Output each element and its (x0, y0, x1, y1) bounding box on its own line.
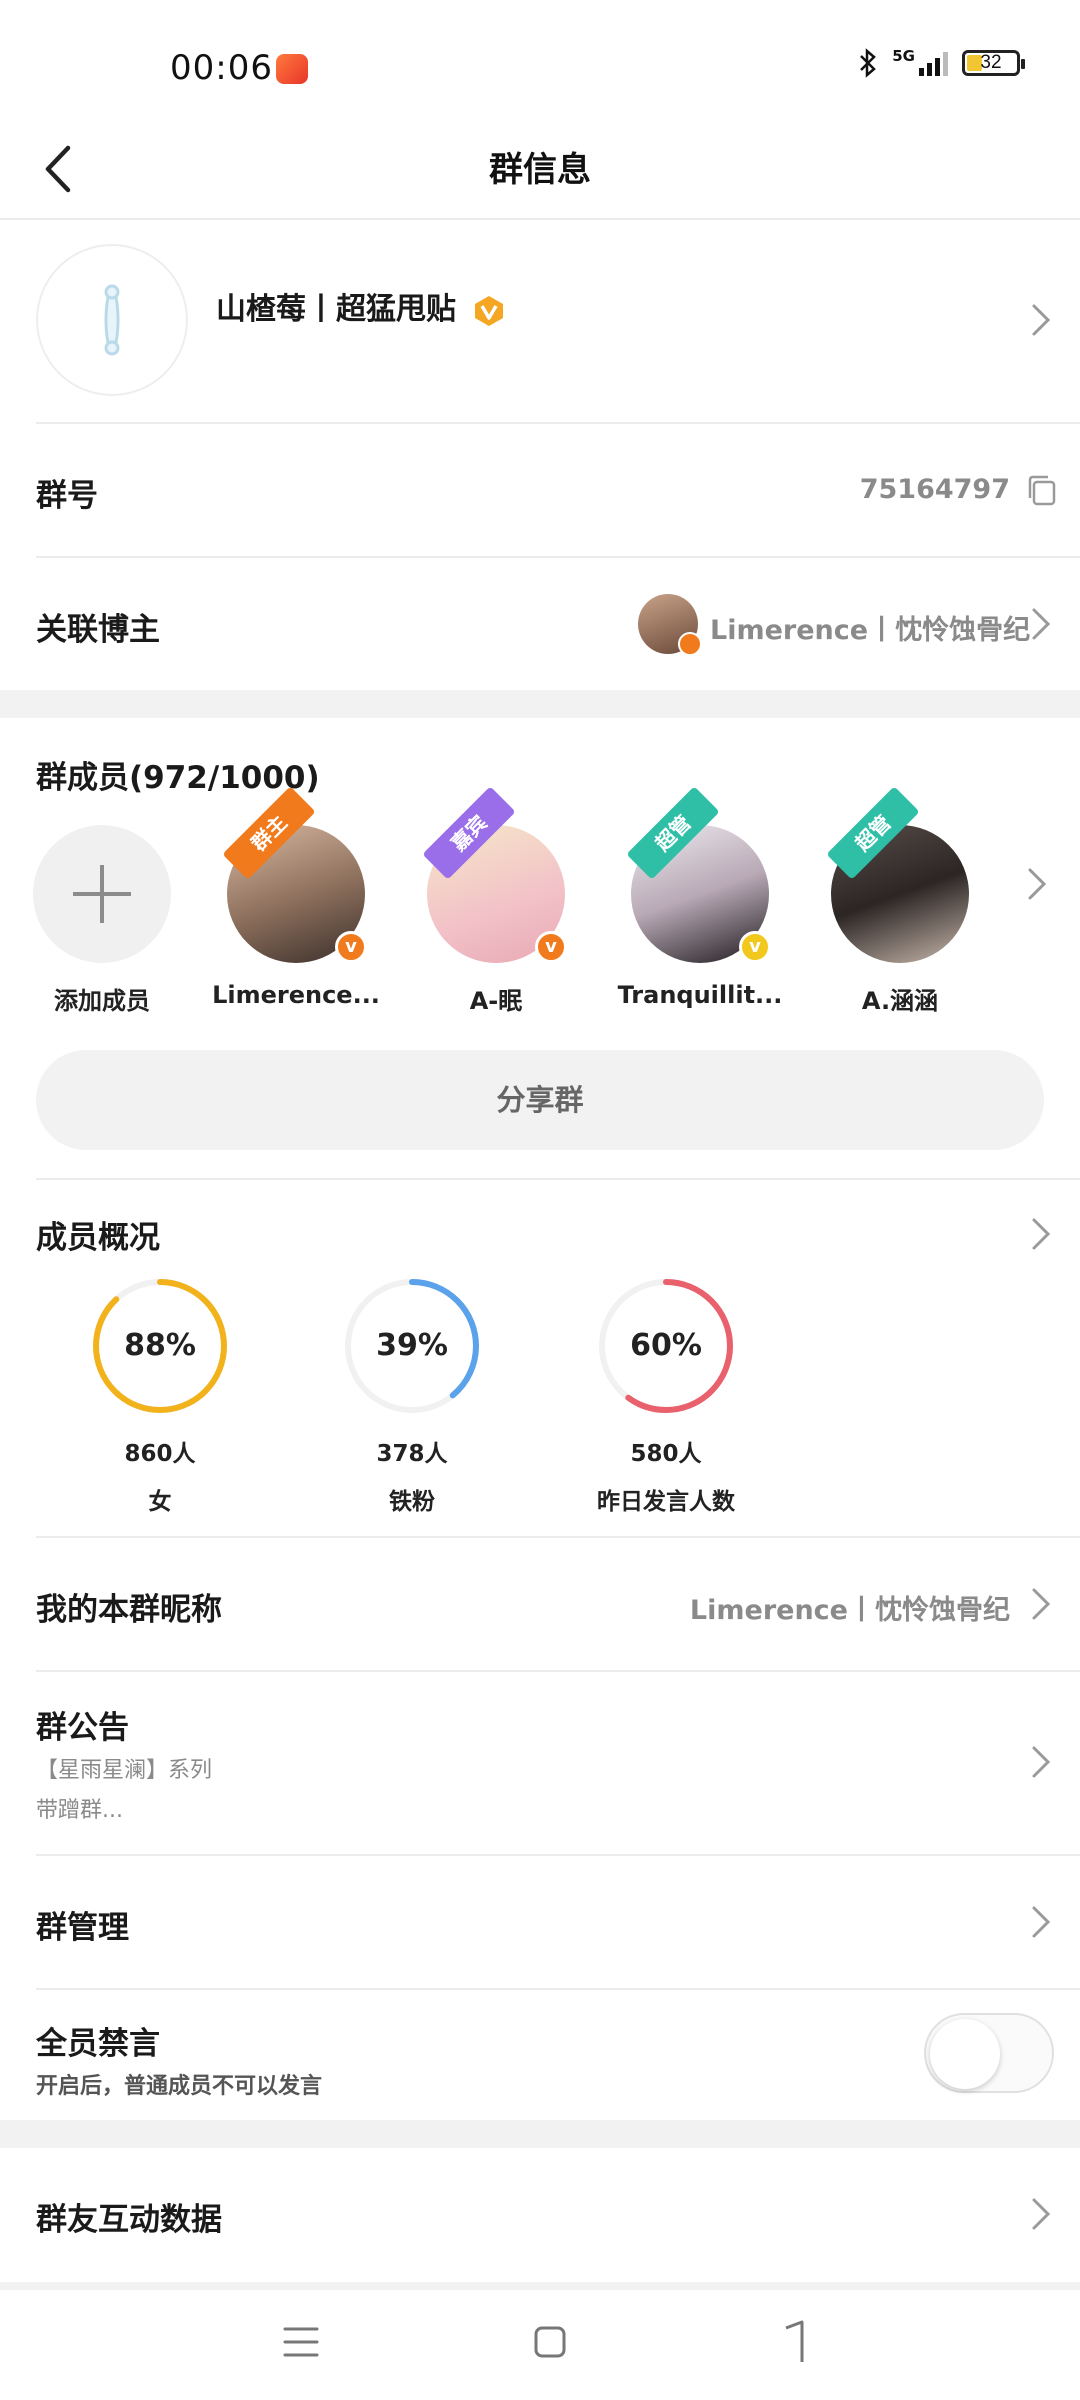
group-id-row: 群号 75164797 (0, 424, 1080, 556)
back-button[interactable] (30, 136, 90, 202)
verified-badge: v (535, 931, 567, 963)
member-name: A-眠 (469, 987, 523, 1015)
my-nickname-label: 我的本群昵称 (36, 1592, 222, 1628)
mute-all-toggle[interactable] (924, 2013, 1054, 2093)
member-avatar: 群主 v (222, 786, 367, 963)
member-item[interactable]: 群主 v Limerence... (206, 786, 386, 1009)
section-gap (0, 2282, 1080, 2290)
member-item[interactable]: 超管 A.涵涵 (810, 786, 990, 1016)
stat-count: 378人 (376, 1441, 448, 1467)
group-avatar-image (104, 284, 120, 356)
page-title: 群信息 (489, 150, 591, 190)
stat-ring: 39% (342, 1276, 482, 1416)
chevron-right-icon (1032, 1746, 1051, 1778)
stat-loyal-fans: 39% 378人 铁粉 (312, 1276, 512, 1516)
chevron-right-icon (1032, 304, 1051, 336)
verified-badge: v (335, 931, 367, 963)
toggle-knob (930, 2019, 1000, 2089)
group-management-row[interactable]: 群管理 (0, 1856, 1080, 1988)
vip-icon (475, 295, 504, 326)
mute-all-row: 全员禁言 开启后，普通成员不可以发言 (0, 1990, 1080, 2120)
stat-count: 580人 (630, 1441, 702, 1467)
linked-blogger-row[interactable]: 关联博主 Limerence丨忱怜蚀骨纪 (0, 558, 1080, 690)
interaction-data-row[interactable]: 群友互动数据 (0, 2148, 1080, 2280)
stat-female: 88% 860人 女 (60, 1276, 260, 1516)
group-id-label: 群号 (36, 478, 98, 514)
add-member-label: 添加成员 (54, 987, 150, 1015)
bluetooth-icon (860, 48, 877, 78)
mute-all-description: 开启后，普通成员不可以发言 (36, 2074, 323, 2099)
network-label: 5G (892, 47, 915, 65)
status-indicators: 5G 32 (858, 47, 1025, 78)
verified-badge: v (739, 931, 771, 963)
stat-active-yesterday: 60% 580人 昨日发言人数 (566, 1276, 766, 1516)
members-title: 群成员(972/1000) (36, 760, 320, 796)
back-gesture-icon[interactable] (776, 2318, 816, 2366)
linked-blogger-name: Limerence丨忱怜蚀骨纪 (710, 615, 1031, 646)
interaction-data-label: 群友互动数据 (36, 2202, 222, 2238)
stat-percent: 39% (376, 1328, 448, 1363)
status-time: 00:06 (170, 48, 273, 88)
blogger-avatar (638, 594, 702, 656)
chevron-right-icon (1032, 2198, 1051, 2230)
overview-header[interactable]: 成员概况 (0, 1180, 1080, 1260)
menu-icon[interactable] (282, 2324, 320, 2360)
stat-label: 铁粉 (389, 1489, 435, 1515)
chevron-right-icon[interactable] (1026, 864, 1048, 904)
stat-percent: 88% (124, 1328, 196, 1363)
group-management-label: 群管理 (36, 1910, 129, 1946)
nav-bar: 群信息 (0, 120, 1080, 220)
member-avatar: 超管 (826, 786, 969, 963)
group-name-wrap: 山楂莓丨超猛甩贴 (216, 284, 506, 328)
member-avatar: 嘉宾 v (422, 786, 567, 963)
chevron-right-icon (1032, 608, 1051, 640)
group-id-value: 75164797 (859, 474, 1010, 505)
member-name: Limerence... (212, 981, 380, 1009)
chevron-right-icon (1032, 1588, 1051, 1620)
member-avatar: 超管 v (626, 786, 771, 963)
group-name: 山楂莓丨超猛甩贴 (216, 292, 456, 327)
stat-label: 昨日发言人数 (597, 1489, 735, 1515)
announcement-line1: 【星雨星澜】系列 (36, 1758, 213, 1783)
member-name: A.涵涵 (861, 987, 939, 1015)
member-item[interactable]: 超管 v Tranquillit... (610, 786, 790, 1009)
overview-title: 成员概况 (36, 1220, 160, 1256)
my-nickname-row[interactable]: 我的本群昵称 Limerence丨忱怜蚀骨纪 (0, 1538, 1080, 1670)
section-gap (0, 690, 1080, 718)
chevron-right-icon (1032, 1218, 1051, 1250)
system-nav-bar (0, 2290, 1080, 2400)
home-icon[interactable] (532, 2324, 568, 2360)
announcement-row[interactable]: 群公告 【星雨星澜】系列 带蹭群... (0, 1672, 1080, 1854)
status-bar: 00:06 5G 32 (0, 0, 1080, 120)
app-notification-icon (276, 54, 308, 84)
add-member-button[interactable]: 添加成员 (12, 825, 192, 1016)
back-icon (45, 145, 71, 193)
group-profile-row[interactable]: 山楂莓丨超猛甩贴 (0, 220, 1080, 422)
battery-percent: 32 (980, 52, 1002, 73)
section-gap (0, 2120, 1080, 2148)
group-avatar (36, 244, 188, 396)
stat-ring: 60% (596, 1276, 736, 1416)
battery-icon: 32 (962, 50, 1025, 76)
announcement-line2: 带蹭群... (36, 1798, 123, 1823)
stat-label: 女 (148, 1489, 172, 1515)
stat-ring: 88% (90, 1276, 230, 1416)
stat-count: 860人 (124, 1441, 196, 1467)
mute-all-label: 全员禁言 (36, 2026, 160, 2062)
member-name: Tranquillit... (617, 981, 783, 1009)
copy-icon[interactable] (1026, 474, 1058, 508)
member-item[interactable]: 嘉宾 v A-眠 (406, 786, 586, 1016)
share-group-button[interactable]: 分享群 (36, 1050, 1044, 1150)
my-nickname-value: Limerence丨忱怜蚀骨纪 (689, 1595, 1010, 1626)
plus-icon (33, 825, 171, 963)
announcement-label: 群公告 (36, 1710, 129, 1746)
stat-percent: 60% (630, 1328, 702, 1363)
linked-blogger-label: 关联博主 (36, 612, 160, 648)
chevron-right-icon (1032, 1906, 1051, 1938)
signal-icon (919, 50, 948, 76)
